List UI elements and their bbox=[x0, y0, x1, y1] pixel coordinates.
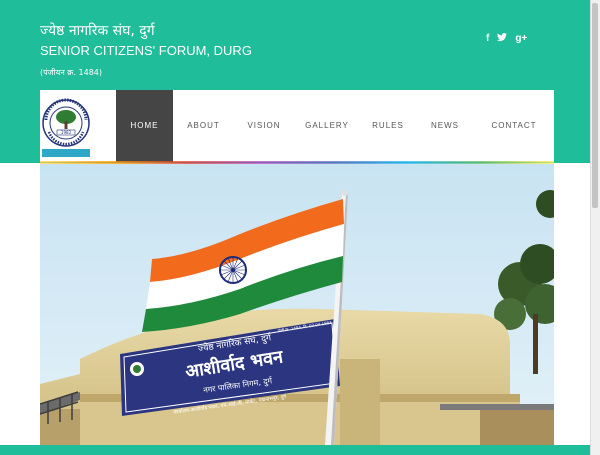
site-title-hindi[interactable]: ज्येष्ठ नागरिक संघ, दुर्ग bbox=[40, 21, 155, 40]
facebook-icon[interactable]: f bbox=[486, 33, 489, 45]
site-title-english[interactable]: SENIOR CITIZENS' FORUM, DURG bbox=[40, 43, 252, 58]
footer-band bbox=[0, 445, 600, 455]
social-links: f g+ bbox=[486, 33, 527, 45]
hero-image: ज्येष्ठ नागरिक संघ, दुर्ग आशीर्वाद भवन न… bbox=[40, 164, 554, 445]
twitter-icon[interactable] bbox=[497, 33, 508, 45]
nav-home[interactable]: HOME bbox=[116, 90, 173, 162]
nav-rules[interactable]: RULES bbox=[360, 90, 416, 162]
nav-gallery[interactable]: GALLERY bbox=[294, 90, 360, 162]
site-logo[interactable]: 1983 bbox=[42, 93, 90, 157]
registration-number: (पंजीयन क्र. 1484) bbox=[40, 68, 103, 77]
googleplus-icon[interactable]: g+ bbox=[515, 33, 527, 45]
nav-news[interactable]: NEWS bbox=[416, 90, 474, 162]
main-menu: HOME ABOUT VISION GALLERY RULES NEWS CON… bbox=[116, 90, 554, 162]
nav-about[interactable]: ABOUT bbox=[173, 90, 234, 162]
scrollbar-thumb[interactable] bbox=[592, 3, 598, 208]
logo-year: 1983 bbox=[61, 130, 72, 135]
nav-contact[interactable]: CONTACT bbox=[474, 90, 554, 162]
nav-vision[interactable]: VISION bbox=[234, 90, 294, 162]
